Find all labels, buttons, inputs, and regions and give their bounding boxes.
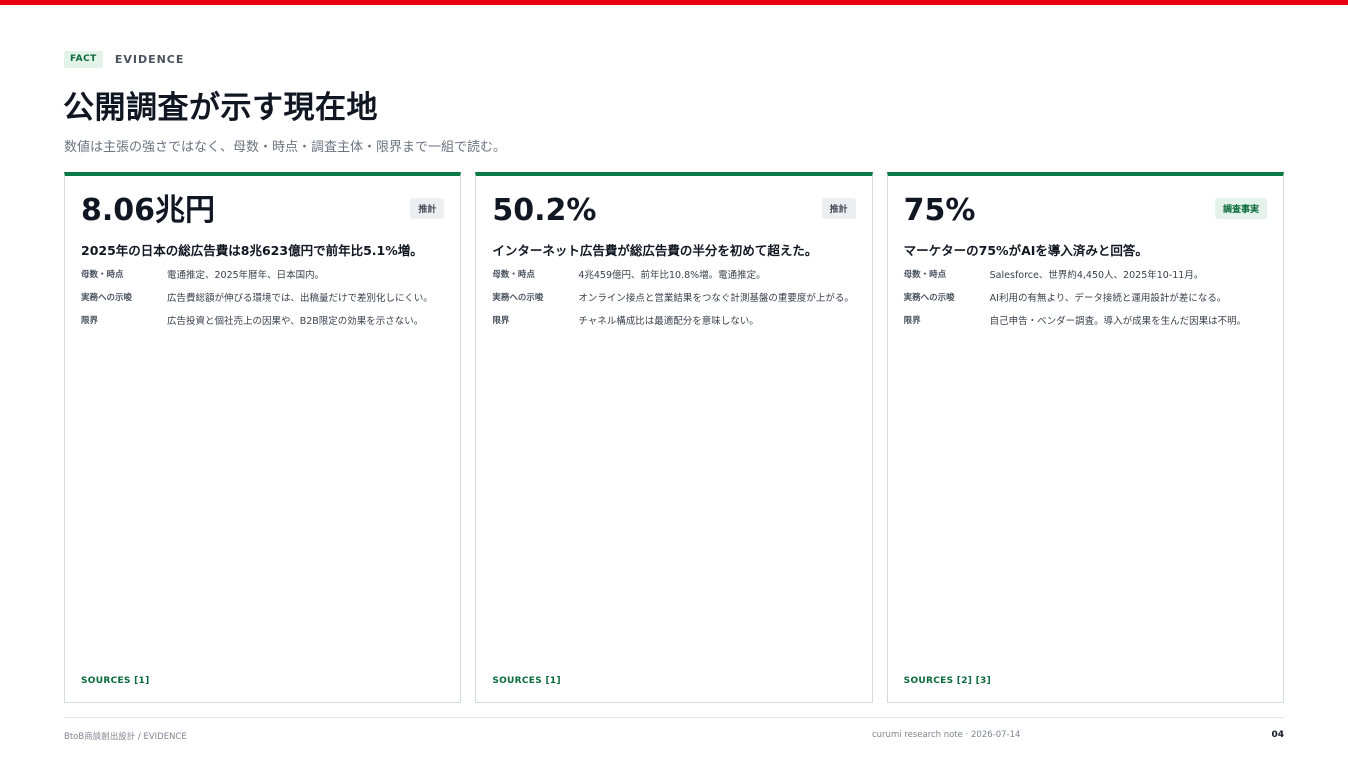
footer-note: curumi research note · 2026-07-14	[872, 730, 1021, 740]
detail-row-base: 母数・時点 電通推定、2025年暦年、日本国内。	[81, 268, 444, 283]
page-title: 公開調査が示す現在地	[63, 90, 378, 126]
evidence-card-ai-adoption: 75% 調査事実 マーケターの75%がAIを導入済みと回答。 母数・時点 Sal…	[886, 172, 1284, 703]
evidence-cards: 8.06兆円 推計 2025年の日本の総広告費は8兆623億円で前年比5.1%増…	[64, 172, 1284, 703]
card-header: 50.2% 推計	[492, 193, 856, 228]
card-claim: 2025年の日本の総広告費は8兆623億円で前年比5.1%増。	[81, 243, 423, 258]
status-badge: 推計	[410, 198, 445, 219]
detail-row-limit: 限界 自己申告・ベンダー調査。導入が成果を生んだ因果は不明。	[904, 314, 1267, 329]
sources-link[interactable]: SOURCES [1]	[492, 676, 561, 686]
sources-link[interactable]: SOURCES [2] [3]	[904, 676, 991, 686]
card-claim: インターネット広告費が総広告費の半分を初めて超えた。	[492, 243, 818, 258]
detail-row-implication: 実務への示唆 オンライン接点と営業結果をつなぐ計測基盤の重要度が上がる。	[492, 291, 855, 306]
card-claim: マーケターの75%がAIを導入済みと回答。	[903, 243, 1148, 258]
card-value: 50.2%	[492, 193, 597, 228]
detail-row-implication: 実務への示唆 広告費総額が伸びる環境では、出稿量だけで差別化しにくい。	[81, 291, 444, 306]
row-text: AI利用の有無より、データ接続と運用設計が差になる。	[989, 293, 1227, 304]
row-label: 実務への示唆	[492, 293, 544, 303]
row-label: 限界	[81, 316, 99, 326]
evidence-card-ad-spend: 8.06兆円 推計 2025年の日本の総広告費は8兆623億円で前年比5.1%増…	[64, 172, 462, 703]
card-value: 8.06兆円	[81, 193, 216, 228]
row-label: 母数・時点	[81, 270, 124, 280]
top-accent-bar	[0, 0, 1348, 5]
card-details: 母数・時点 4兆459億円、前年比10.8%増。電通推定。 実務への示唆 オンラ…	[492, 268, 855, 337]
row-text: 電通推定、2025年暦年、日本国内。	[167, 270, 325, 281]
page-number: 04	[1271, 730, 1284, 740]
detail-row-limit: 限界 広告投資と個社売上の因果や、B2B限定の効果を示さない。	[81, 314, 444, 329]
detail-row-limit: 限界 チャネル構成比は最適配分を意味しない。	[492, 314, 855, 329]
row-label: 母数・時点	[492, 270, 535, 280]
detail-row-base: 母数・時点 Salesforce、世界約4,450人、2025年10-11月。	[904, 268, 1267, 283]
evidence-label: EVIDENCE	[114, 53, 185, 66]
row-text: オンライン接点と営業結果をつなぐ計測基盤の重要度が上がる。	[578, 293, 854, 304]
card-value: 75%	[903, 193, 976, 228]
status-badge: 調査事実	[1214, 198, 1267, 219]
evidence-card-internet-share: 50.2% 推計 インターネット広告費が総広告費の半分を初めて超えた。 母数・時…	[475, 172, 873, 703]
footer-section-label: BtoB商談創出設計 / EVIDENCE	[64, 732, 187, 742]
row-text: 広告費総額が伸びる環境では、出稿量だけで差別化しにくい。	[167, 293, 433, 304]
page-subtitle: 数値は主張の強さではなく、母数・時点・調査主体・限界まで一組で読む。	[64, 140, 507, 155]
row-label: 限界	[492, 316, 510, 326]
fact-tag: FACT	[64, 51, 103, 68]
card-details: 母数・時点 電通推定、2025年暦年、日本国内。 実務への示唆 広告費総額が伸び…	[81, 268, 444, 337]
detail-row-implication: 実務への示唆 AI利用の有無より、データ接続と運用設計が差になる。	[904, 291, 1267, 306]
card-header: 8.06兆円 推計	[81, 193, 445, 228]
row-text: 自己申告・ベンダー調査。導入が成果を生んだ因果は不明。	[989, 316, 1247, 327]
row-label: 限界	[903, 316, 921, 326]
row-label: 母数・時点	[903, 270, 947, 280]
card-details: 母数・時点 Salesforce、世界約4,450人、2025年10-11月。 …	[904, 268, 1267, 337]
row-label: 実務への示唆	[81, 293, 133, 303]
card-header: 75% 調査事実	[904, 194, 1267, 227]
section-tags: FACT EVIDENCE	[64, 51, 184, 68]
sources-link[interactable]: SOURCES [1]	[81, 676, 150, 686]
footer-divider	[64, 717, 1284, 718]
status-badge: 推計	[821, 198, 856, 219]
detail-row-base: 母数・時点 4兆459億円、前年比10.8%増。電通推定。	[492, 268, 855, 283]
row-text: Salesforce、世界約4,450人、2025年10-11月。	[989, 270, 1204, 281]
slide-page: FACT EVIDENCE 公開調査が示す現在地 数値は主張の強さではなく、母数…	[0, 0, 1348, 757]
row-text: 広告投資と個社売上の因果や、B2B限定の効果を示さない。	[167, 316, 424, 327]
row-label: 実務への示唆	[903, 293, 955, 303]
row-text: 4兆459億円、前年比10.8%増。電通推定。	[578, 270, 766, 281]
row-text: チャネル構成比は最適配分を意味しない。	[578, 316, 759, 327]
